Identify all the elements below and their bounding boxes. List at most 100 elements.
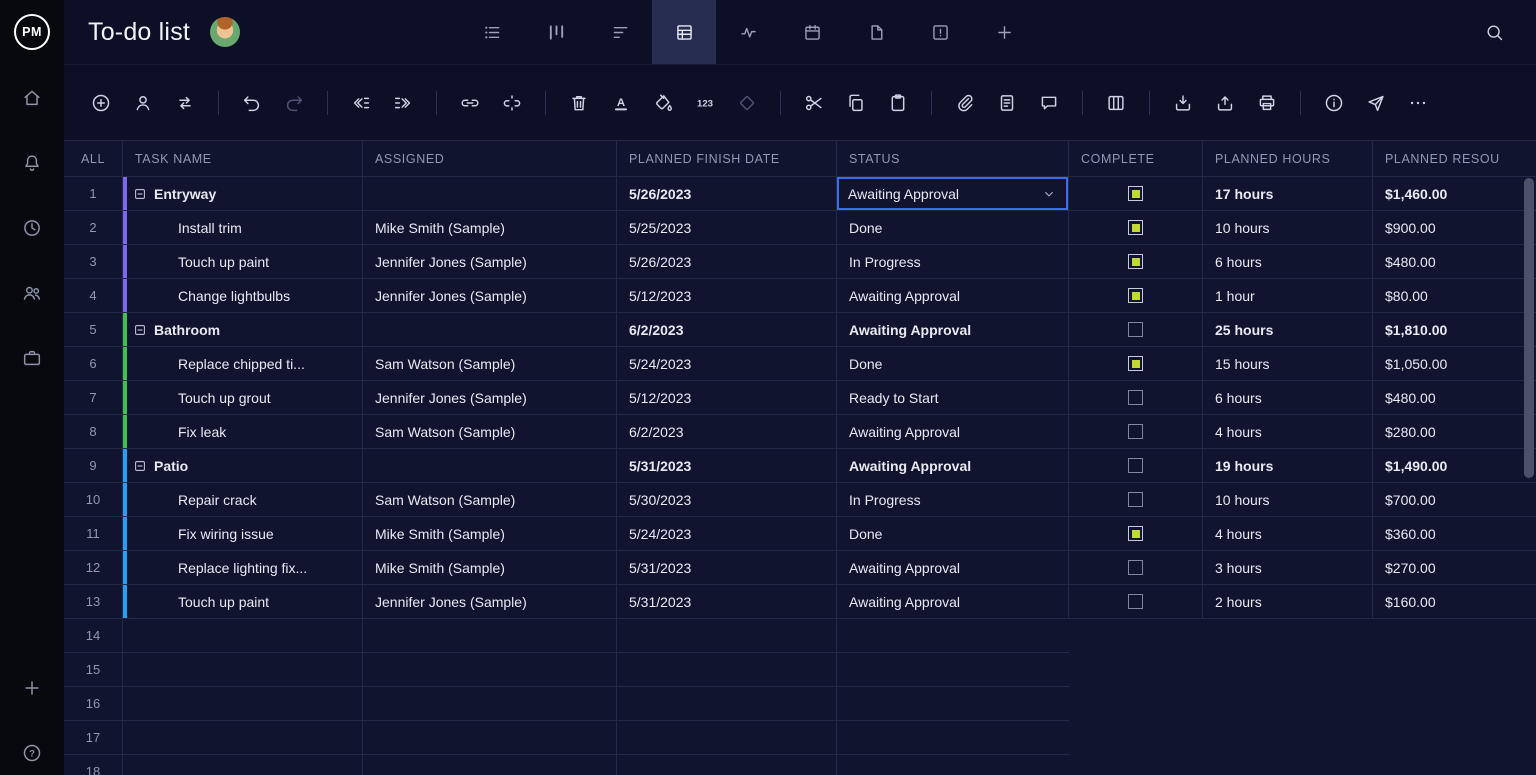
task-name-cell[interactable]: Entryway <box>123 177 363 211</box>
task-name-cell[interactable]: Patio <box>123 449 363 483</box>
column-header-assigned[interactable]: ASSIGNED <box>363 141 617 177</box>
delete-button[interactable] <box>560 85 598 121</box>
row-number[interactable]: 13 <box>64 585 123 619</box>
assigned-cell[interactable]: Jennifer Jones (Sample) <box>363 279 617 313</box>
planned-cost-cell[interactable]: $360.00 <box>1373 517 1536 551</box>
portfolio-icon[interactable] <box>12 338 52 378</box>
finish-date-cell[interactable]: 5/25/2023 <box>617 211 837 245</box>
complete-checkbox[interactable] <box>1128 220 1143 235</box>
planned-cost-cell[interactable]: $480.00 <box>1373 245 1536 279</box>
empty-cell[interactable] <box>363 653 617 687</box>
complete-checkbox[interactable] <box>1128 288 1143 303</box>
number-format-button[interactable]: 123 <box>686 85 724 121</box>
tab-sheet-view[interactable] <box>652 0 717 64</box>
planned-hours-cell[interactable]: 25 hours <box>1203 313 1373 347</box>
assigned-cell[interactable]: Sam Watson (Sample) <box>363 415 617 449</box>
tab-workload-view[interactable] <box>908 0 972 64</box>
status-dropdown[interactable]: Awaiting Approval <box>837 177 1068 210</box>
home-icon[interactable] <box>12 78 52 118</box>
finish-date-cell[interactable]: 5/24/2023 <box>617 347 837 381</box>
planned-hours-cell[interactable]: 19 hours <box>1203 449 1373 483</box>
complete-checkbox[interactable] <box>1128 492 1143 507</box>
outdent-button[interactable] <box>342 85 380 121</box>
empty-cell[interactable] <box>363 721 617 755</box>
empty-cell[interactable] <box>123 653 363 687</box>
complete-checkbox[interactable] <box>1128 458 1143 473</box>
column-header-planned-finish-date[interactable]: PLANNED FINISH DATE <box>617 141 837 177</box>
empty-cell[interactable] <box>617 653 837 687</box>
search-icon[interactable] <box>1476 14 1512 50</box>
empty-cell[interactable] <box>617 687 837 721</box>
planned-hours-cell[interactable]: 15 hours <box>1203 347 1373 381</box>
print-button[interactable] <box>1248 85 1286 121</box>
tab-list-view[interactable] <box>460 0 524 64</box>
finish-date-cell[interactable]: 5/26/2023 <box>617 177 837 211</box>
row-number[interactable]: 4 <box>64 279 123 313</box>
complete-checkbox[interactable] <box>1128 424 1143 439</box>
comment-button[interactable] <box>1030 85 1068 121</box>
undo-button[interactable] <box>233 85 271 121</box>
planned-hours-cell[interactable]: 17 hours <box>1203 177 1373 211</box>
empty-cell[interactable] <box>617 755 837 775</box>
info-button[interactable] <box>1315 85 1353 121</box>
empty-cell[interactable] <box>123 687 363 721</box>
task-name-cell[interactable]: Touch up paint <box>123 585 363 619</box>
task-name-cell[interactable]: Bathroom <box>123 313 363 347</box>
assigned-cell[interactable]: Mike Smith (Sample) <box>363 211 617 245</box>
row-number[interactable]: 2 <box>64 211 123 245</box>
milestone-button[interactable] <box>728 85 766 121</box>
status-cell[interactable]: Done <box>837 347 1069 381</box>
planned-cost-cell[interactable]: $700.00 <box>1373 483 1536 517</box>
status-cell[interactable]: Ready to Start <box>837 381 1069 415</box>
finish-date-cell[interactable]: 6/2/2023 <box>617 415 837 449</box>
vertical-scrollbar[interactable] <box>1524 142 1534 771</box>
row-number[interactable]: 10 <box>64 483 123 517</box>
collapse-icon[interactable] <box>133 323 147 337</box>
complete-checkbox[interactable] <box>1128 594 1143 609</box>
notes-button[interactable] <box>988 85 1026 121</box>
row-number[interactable]: 5 <box>64 313 123 347</box>
column-header-task-name[interactable]: TASK NAME <box>123 141 363 177</box>
assigned-cell[interactable] <box>363 313 617 347</box>
status-cell[interactable]: In Progress <box>837 483 1069 517</box>
finish-date-cell[interactable]: 5/31/2023 <box>617 585 837 619</box>
row-number[interactable]: 9 <box>64 449 123 483</box>
more-button[interactable] <box>1399 85 1437 121</box>
status-cell[interactable]: Awaiting Approval <box>837 551 1069 585</box>
complete-checkbox[interactable] <box>1128 254 1143 269</box>
tab-board-view[interactable] <box>524 0 588 64</box>
column-header-complete[interactable]: COMPLETE <box>1069 141 1203 177</box>
task-name-cell[interactable]: Replace lighting fix... <box>123 551 363 585</box>
row-number[interactable]: 15 <box>64 653 123 687</box>
cut-button[interactable] <box>795 85 833 121</box>
row-number[interactable]: 8 <box>64 415 123 449</box>
finish-date-cell[interactable]: 5/26/2023 <box>617 245 837 279</box>
tab-calendar-view[interactable] <box>780 0 844 64</box>
status-cell[interactable]: Awaiting Approval <box>837 449 1069 483</box>
planned-hours-cell[interactable]: 10 hours <box>1203 211 1373 245</box>
finish-date-cell[interactable]: 5/31/2023 <box>617 449 837 483</box>
planned-hours-cell[interactable]: 1 hour <box>1203 279 1373 313</box>
empty-cell[interactable] <box>363 687 617 721</box>
planned-cost-cell[interactable]: $80.00 <box>1373 279 1536 313</box>
finish-date-cell[interactable]: 6/2/2023 <box>617 313 837 347</box>
tab-summary-view[interactable] <box>588 0 652 64</box>
assigned-cell[interactable]: Jennifer Jones (Sample) <box>363 381 617 415</box>
columns-button[interactable] <box>1097 85 1135 121</box>
assigned-cell[interactable]: Sam Watson (Sample) <box>363 483 617 517</box>
row-number[interactable]: 6 <box>64 347 123 381</box>
assigned-cell[interactable]: Mike Smith (Sample) <box>363 517 617 551</box>
unlink-tasks-button[interactable] <box>493 85 531 121</box>
task-name-cell[interactable]: Install trim <box>123 211 363 245</box>
row-number[interactable]: 1 <box>64 177 123 211</box>
empty-cell[interactable] <box>363 755 617 775</box>
row-number[interactable]: 7 <box>64 381 123 415</box>
team-icon[interactable] <box>12 273 52 313</box>
scrollbar-thumb[interactable] <box>1524 178 1534 478</box>
row-number[interactable]: 17 <box>64 721 123 755</box>
assign-button[interactable] <box>124 85 162 121</box>
task-name-cell[interactable]: Touch up grout <box>123 381 363 415</box>
complete-checkbox[interactable] <box>1128 526 1143 541</box>
finish-date-cell[interactable]: 5/24/2023 <box>617 517 837 551</box>
status-cell[interactable]: Awaiting Approval <box>837 177 1069 211</box>
